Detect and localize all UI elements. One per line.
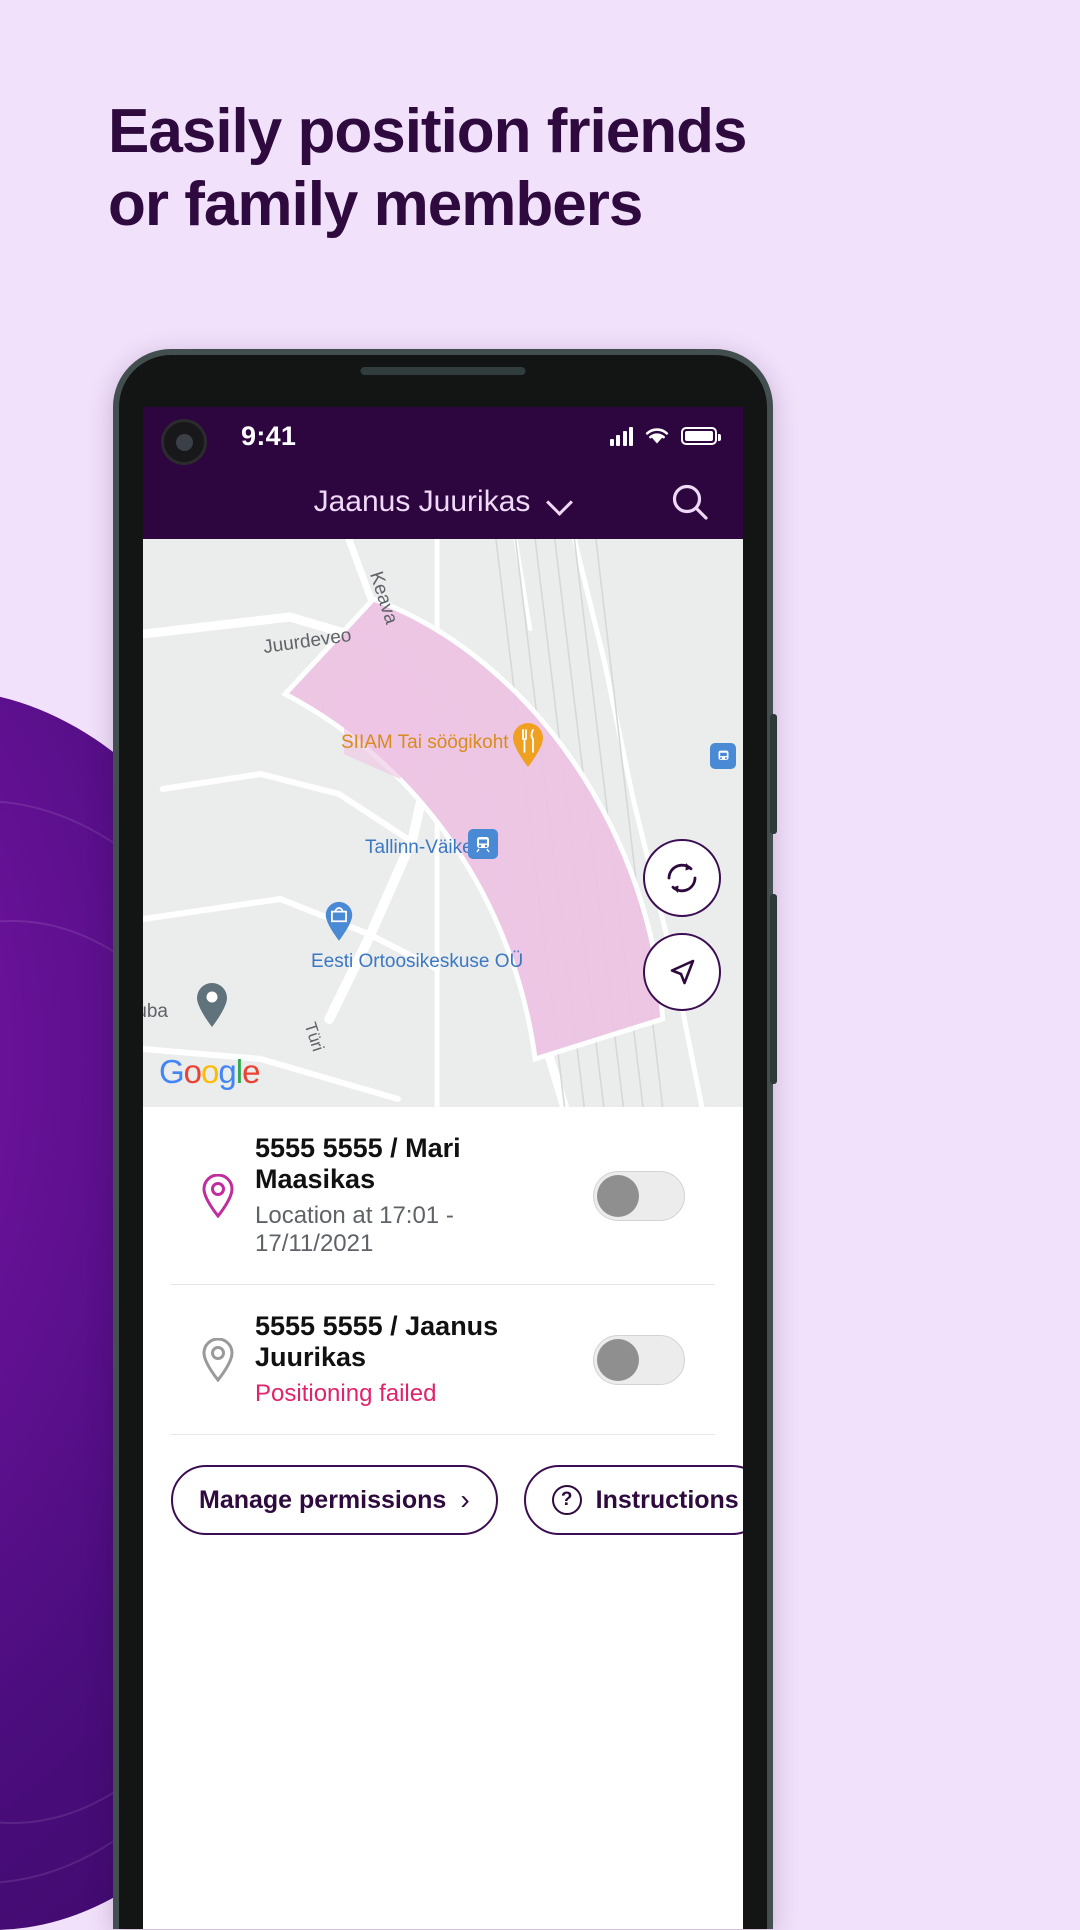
map-label-tallinn-vaike: Tallinn-Väike: [365, 837, 473, 858]
location-sharing-toggle[interactable]: [593, 1334, 685, 1385]
table-row[interactable]: 5555 5555 / Mari Maasikas Location at 17…: [171, 1107, 715, 1285]
search-icon[interactable]: [669, 481, 711, 523]
map-label-tuba: tuba: [143, 1001, 168, 1022]
map-label-eesti-ortoosikeskuse: Eesti Ortoosikeskuse OÜ: [311, 951, 524, 972]
row-status: Positioning failed: [255, 1380, 437, 1407]
headline-line-2: or family members: [108, 170, 643, 240]
status-icons: [609, 426, 721, 446]
google-attribution: Google: [159, 1053, 260, 1090]
battery-full-icon: [681, 427, 721, 445]
train-station-icon-secondary[interactable]: [710, 743, 736, 769]
app-header: Jaanus Juurikas: [143, 465, 743, 539]
phone-mockup: 9:41 Jaanus Juurikas Juurdeveo Keava SII…: [113, 349, 777, 1929]
location-pin-icon: [199, 1337, 237, 1382]
row-title: 5555 5555 / Jaanus Juurikas: [255, 1311, 575, 1373]
chevron-down-icon: [548, 490, 572, 514]
refresh-location-button[interactable]: [643, 839, 721, 917]
manage-permissions-button[interactable]: Manage permissions ›: [171, 1465, 498, 1535]
locate-me-button[interactable]: [643, 933, 721, 1011]
phone-screen: 9:41 Jaanus Juurikas Juurdeveo Keava SII…: [143, 407, 743, 1929]
status-time: 9:41: [241, 420, 297, 451]
status-bar: 9:41: [143, 407, 743, 465]
location-pin-icon: [199, 1173, 237, 1218]
manage-permissions-label: Manage permissions: [199, 1485, 447, 1514]
place-marker-icon[interactable]: [195, 982, 229, 1028]
row-text: 5555 5555 / Jaanus Juurikas Positioning …: [255, 1311, 575, 1408]
row-status: Location at 17:01 - 17/11/2021: [255, 1202, 454, 1257]
row-phone-number: 5555 5555 /: [255, 1311, 406, 1341]
row-title: 5555 5555 / Mari Maasikas: [255, 1133, 575, 1195]
map-label-siiam: SIIAM Tai söögikoht: [341, 732, 509, 753]
people-list: 5555 5555 / Mari Maasikas Location at 17…: [143, 1107, 743, 1435]
train-station-icon[interactable]: [468, 829, 498, 859]
chevron-right-icon: ›: [460, 1484, 470, 1515]
app-header-title: Jaanus Juurikas: [313, 485, 531, 518]
map-view[interactable]: Juurdeveo Keava SIIAM Tai söögikoht Tall…: [143, 539, 743, 1107]
phone-side-button-upper: [770, 714, 777, 834]
headline-line-1: Easily position friends: [108, 97, 747, 166]
question-mark-icon: ?: [551, 1485, 582, 1515]
refresh-icon: [667, 863, 697, 893]
phone-bezel: 9:41 Jaanus Juurikas Juurdeveo Keava SII…: [119, 355, 767, 1929]
phone-speaker: [360, 367, 526, 375]
navigate-arrow-icon: [670, 959, 695, 985]
profile-selector[interactable]: Jaanus Juurikas: [314, 485, 573, 519]
instructions-button[interactable]: ? Instructions: [523, 1465, 743, 1535]
map-canvas: [143, 539, 743, 1107]
store-marker-icon[interactable]: [324, 901, 354, 941]
row-text: 5555 5555 / Mari Maasikas Location at 17…: [255, 1133, 575, 1258]
action-buttons: Manage permissions › ? Instructions: [143, 1435, 743, 1535]
instructions-label: Instructions: [595, 1485, 739, 1514]
row-phone-number: 5555 5555 /: [255, 1133, 406, 1163]
restaurant-marker-icon[interactable]: [511, 722, 545, 768]
page-title: Easily position friends or family member…: [108, 95, 928, 241]
table-row[interactable]: 5555 5555 / Jaanus Juurikas Positioning …: [171, 1285, 715, 1435]
wifi-icon: [645, 428, 669, 444]
front-camera-icon: [161, 419, 207, 465]
cellular-signal-icon: [609, 426, 633, 446]
location-sharing-toggle[interactable]: [593, 1170, 685, 1221]
phone-side-button-lower: [770, 894, 777, 1084]
